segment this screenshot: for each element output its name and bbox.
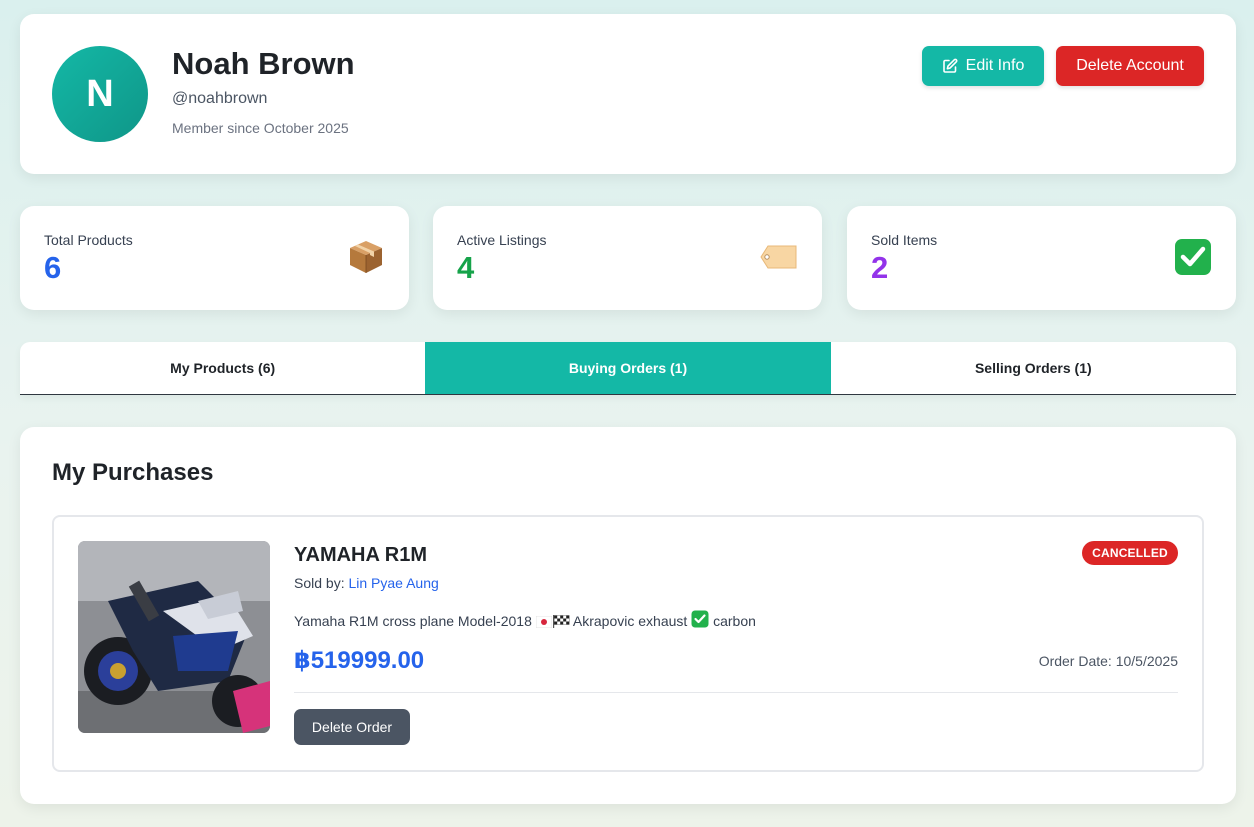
japan-flag-icon — [535, 615, 553, 631]
profile-handle: @noahbrown — [172, 90, 268, 107]
edit-info-button[interactable]: Edit Info — [922, 46, 1044, 86]
stat-value: 4 — [457, 250, 475, 285]
description-text: carbon — [713, 613, 756, 629]
sold-by-label: Sold by: — [294, 575, 345, 591]
check-mark-icon — [691, 610, 709, 631]
member-since: Member since October 2025 — [172, 120, 349, 136]
tab-selling-orders[interactable]: Selling Orders (1) — [831, 342, 1236, 394]
product-description: Yamaha R1M cross plane Model-2018 Akrapo… — [294, 610, 756, 631]
delete-account-button[interactable]: Delete Account — [1056, 46, 1204, 86]
profile-card: N Noah Brown @noahbrown Member since Oct… — [20, 14, 1236, 174]
product-name: YAMAHA R1M — [294, 544, 427, 566]
tab-buying-orders[interactable]: Buying Orders (1) — [425, 342, 831, 394]
stat-label: Active Listings — [457, 232, 547, 248]
edit-icon — [942, 58, 958, 74]
stat-card-sold-items: Sold Items 2 — [847, 206, 1236, 310]
package-icon — [347, 238, 385, 276]
stat-value: 2 — [871, 250, 889, 285]
profile-name: Noah Brown — [172, 46, 355, 81]
divider — [294, 692, 1178, 693]
chequered-flag-icon — [552, 615, 570, 631]
sold-by: Sold by: Lin Pyae Aung — [294, 575, 439, 591]
description-text: Akrapovic exhaust — [572, 613, 688, 629]
tab-my-products[interactable]: My Products (6) — [20, 342, 425, 394]
product-image[interactable] — [78, 541, 270, 733]
order-price: ฿519999.00 — [294, 647, 425, 674]
tag-icon — [760, 238, 798, 276]
stat-label: Total Products — [44, 232, 133, 248]
order-date: Order Date: 10/5/2025 — [1038, 653, 1178, 669]
order-card: YAMAHA R1M CANCELLED Sold by: Lin Pyae A… — [52, 515, 1204, 772]
check-mark-icon — [1174, 238, 1212, 276]
description-text: Yamaha R1M cross plane Model-2018 — [294, 613, 532, 629]
stat-value: 6 — [44, 250, 62, 285]
delete-order-button[interactable]: Delete Order — [294, 709, 410, 745]
stat-label: Sold Items — [871, 232, 938, 248]
purchases-section: My Purchases YAMAHA R1M CANCELLED Sold b… — [20, 427, 1236, 804]
seller-link[interactable]: Lin Pyae Aung — [348, 575, 438, 591]
status-badge: CANCELLED — [1082, 541, 1178, 565]
avatar: N — [52, 46, 148, 142]
section-title: My Purchases — [52, 459, 214, 486]
tab-bar: My Products (6) Buying Orders (1) Sellin… — [20, 342, 1236, 395]
stat-card-active-listings: Active Listings 4 — [433, 206, 822, 310]
edit-info-label: Edit Info — [965, 57, 1025, 74]
stat-card-total-products: Total Products 6 — [20, 206, 409, 310]
